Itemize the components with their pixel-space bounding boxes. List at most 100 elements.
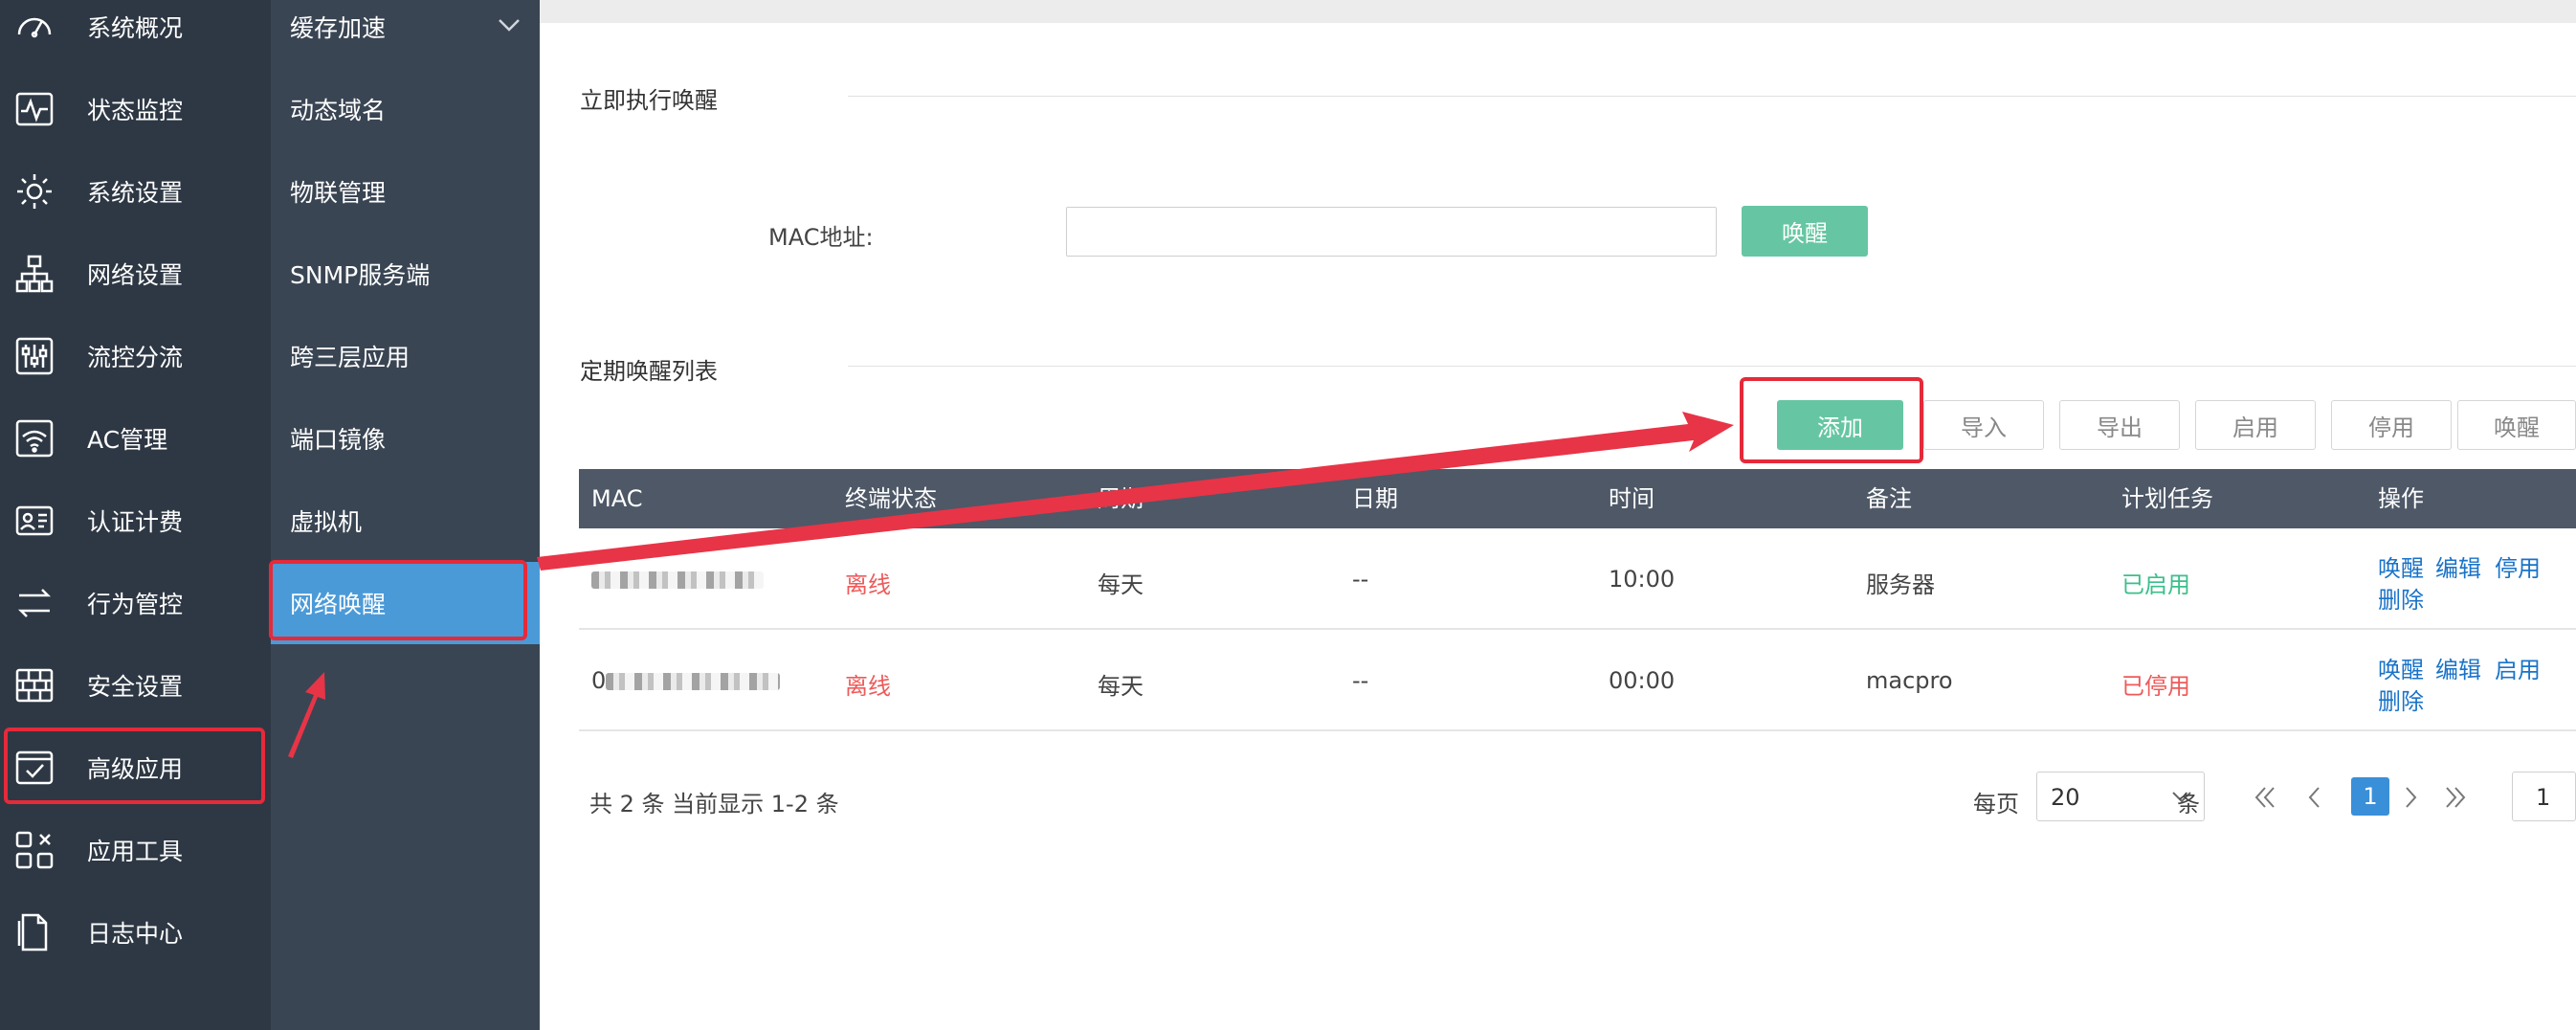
nav-item-overview[interactable]: 系统概况 <box>0 0 271 68</box>
row-delete-link[interactable]: 删除 <box>2378 683 2424 716</box>
goto-page-input[interactable]: 1 <box>2512 772 2576 821</box>
nav-item-status-monitor[interactable]: 状态监控 <box>0 68 271 150</box>
last-page-icon[interactable] <box>2441 783 2470 812</box>
add-button[interactable]: 添加 <box>1777 400 1903 450</box>
note-cell: macpro <box>1866 667 1953 694</box>
mac-input[interactable] <box>1066 207 1717 257</box>
sliders-icon <box>15 337 54 375</box>
schedule-list-title: 定期唤醒列表 <box>580 358 718 385</box>
row-wake-link[interactable]: 唤醒 <box>2378 549 2424 583</box>
submenu-item-ddns[interactable]: 动态域名 <box>271 68 540 150</box>
nav-label: AC管理 <box>87 426 168 454</box>
mac-label: MAC地址: <box>768 224 874 251</box>
column-header-actions: 操作 <box>2378 485 2424 512</box>
submenu-label: 端口镜像 <box>290 426 387 454</box>
nav-item-ac-management[interactable]: AC管理 <box>0 397 271 480</box>
row-disable-link[interactable]: 停用 <box>2495 549 2541 583</box>
time-cell: 10:00 <box>1609 566 1676 593</box>
import-button[interactable]: 导入 <box>1923 400 2044 450</box>
nav-item-log-center[interactable]: 日志中心 <box>0 891 271 974</box>
wifi-icon <box>15 419 54 458</box>
per-page-value: 20 <box>2051 784 2080 811</box>
row-enable-link[interactable]: 启用 <box>2495 651 2541 684</box>
pulse-monitor-icon <box>15 92 54 126</box>
firewall-icon <box>15 668 54 703</box>
submenu-item-vm[interactable]: 虚拟机 <box>271 480 540 562</box>
submenu-label: 网络唤醒 <box>290 591 387 618</box>
arrows-swap-icon <box>17 589 52 617</box>
submenu-item-iot[interactable]: 物联管理 <box>271 150 540 233</box>
submenu-item-cache-accel[interactable]: 缓存加速 <box>271 0 540 68</box>
column-header-status[interactable]: 终端状态 <box>845 469 937 528</box>
submenu-item-port-mirror[interactable]: 端口镜像 <box>271 397 540 480</box>
submenu-item-cross-layer3[interactable]: 跨三层应用 <box>271 315 540 397</box>
note-cell: 服务器 <box>1866 571 1935 598</box>
column-header-note[interactable]: 备注 <box>1866 469 1912 528</box>
speedometer-icon <box>17 17 52 38</box>
nav-item-advanced-apps[interactable]: 高级应用 <box>0 727 271 809</box>
nav-label: 系统设置 <box>87 179 184 207</box>
nav-label: 网络设置 <box>87 261 184 289</box>
chevron-down-icon[interactable] <box>497 16 522 34</box>
id-card-icon <box>15 505 54 536</box>
main-nav: 系统概况 状态监控 系统设置 网络设置 流控分流 AC管理 认证计费 行为管控 … <box>0 0 271 1030</box>
nav-item-flow-control[interactable]: 流控分流 <box>0 315 271 397</box>
submenu-item-snmp[interactable]: SNMP服务端 <box>271 233 540 315</box>
enable-button[interactable]: 启用 <box>2195 400 2316 450</box>
date-cell: -- <box>1352 566 1369 593</box>
row-edit-link[interactable]: 编辑 <box>2435 651 2481 684</box>
prev-page-icon[interactable] <box>2300 783 2329 812</box>
blurred-mac <box>606 673 780 690</box>
submenu-label: 虚拟机 <box>290 508 363 536</box>
submenu-label: SNMP服务端 <box>290 261 431 289</box>
submenu-label: 动态域名 <box>290 97 387 124</box>
checkbox-window-icon <box>15 750 54 785</box>
blurred-mac <box>591 571 764 589</box>
nav-label: 流控分流 <box>87 344 184 371</box>
submenu-item-wake-on-lan[interactable]: 网络唤醒 <box>271 562 540 644</box>
top-bar <box>540 0 2576 23</box>
submenu: 缓存加速 动态域名 物联管理 SNMP服务端 跨三层应用 端口镜像 虚拟机 网络… <box>271 0 540 1030</box>
document-icon <box>17 913 48 952</box>
goto-page-value: 1 <box>2536 784 2551 811</box>
next-page-icon[interactable] <box>2396 783 2425 812</box>
cycle-cell: 每天 <box>1098 571 1144 598</box>
row-wake-link[interactable]: 唤醒 <box>2378 651 2424 684</box>
wake-selected-button[interactable]: 唤醒 <box>2457 400 2576 450</box>
tools-grid-icon <box>15 831 54 869</box>
nav-item-behavior-control[interactable]: 行为管控 <box>0 562 271 644</box>
submenu-label: 物联管理 <box>290 179 387 207</box>
main-content: 立即执行唤醒 MAC地址: 唤醒 定期唤醒列表 添加 导入 导出 启用 停用 唤… <box>540 0 2576 1030</box>
pager-summary: 共 2 条 当前显示 1-2 条 <box>589 791 839 817</box>
first-page-icon[interactable] <box>2251 783 2279 812</box>
task-cell: 已启用 <box>2121 571 2190 598</box>
wake-now-button[interactable]: 唤醒 <box>1742 206 1868 257</box>
nav-item-system-settings[interactable]: 系统设置 <box>0 150 271 233</box>
row-delete-link[interactable]: 删除 <box>2378 581 2424 615</box>
nav-item-app-tools[interactable]: 应用工具 <box>0 809 271 891</box>
nav-label: 高级应用 <box>87 755 184 783</box>
gear-icon <box>17 174 52 209</box>
nav-item-auth-billing[interactable]: 认证计费 <box>0 480 271 562</box>
column-header-mac[interactable]: MAC <box>591 469 642 528</box>
nav-item-security-settings[interactable]: 安全设置 <box>0 644 271 727</box>
status-cell: 离线 <box>845 571 891 598</box>
export-button[interactable]: 导出 <box>2059 400 2180 450</box>
instant-wake-title: 立即执行唤醒 <box>580 87 718 114</box>
cycle-cell: 每天 <box>1098 673 1144 700</box>
section-divider <box>848 96 2576 97</box>
per-page-label: 每页 <box>1973 791 2019 817</box>
submenu-label: 跨三层应用 <box>290 344 411 371</box>
column-header-time[interactable]: 时间 <box>1609 469 1654 528</box>
mac-cell: 0 <box>591 667 607 694</box>
nav-item-network-settings[interactable]: 网络设置 <box>0 233 271 315</box>
column-header-date[interactable]: 日期 <box>1352 469 1398 528</box>
date-cell: -- <box>1352 667 1369 694</box>
column-header-cycle[interactable]: 周期 <box>1098 469 1144 528</box>
current-page-button[interactable]: 1 <box>2351 777 2389 816</box>
task-cell: 已停用 <box>2121 673 2190 700</box>
section-divider <box>848 366 2576 367</box>
row-edit-link[interactable]: 编辑 <box>2435 549 2481 583</box>
disable-button[interactable]: 停用 <box>2331 400 2452 450</box>
column-header-task[interactable]: 计划任务 <box>2121 469 2213 528</box>
